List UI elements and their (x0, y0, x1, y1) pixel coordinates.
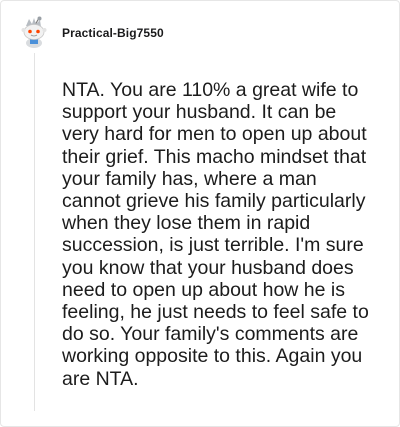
thread-line[interactable] (34, 53, 35, 411)
snoo-avatar-icon[interactable] (19, 16, 49, 48)
comment-text: NTA. You are 110% a great wife to suppor… (62, 79, 369, 390)
comment-card: Practical-Big7550 NTA. You are 110% a gr… (0, 0, 400, 427)
comment-author[interactable]: Practical-Big7550 (62, 26, 164, 40)
